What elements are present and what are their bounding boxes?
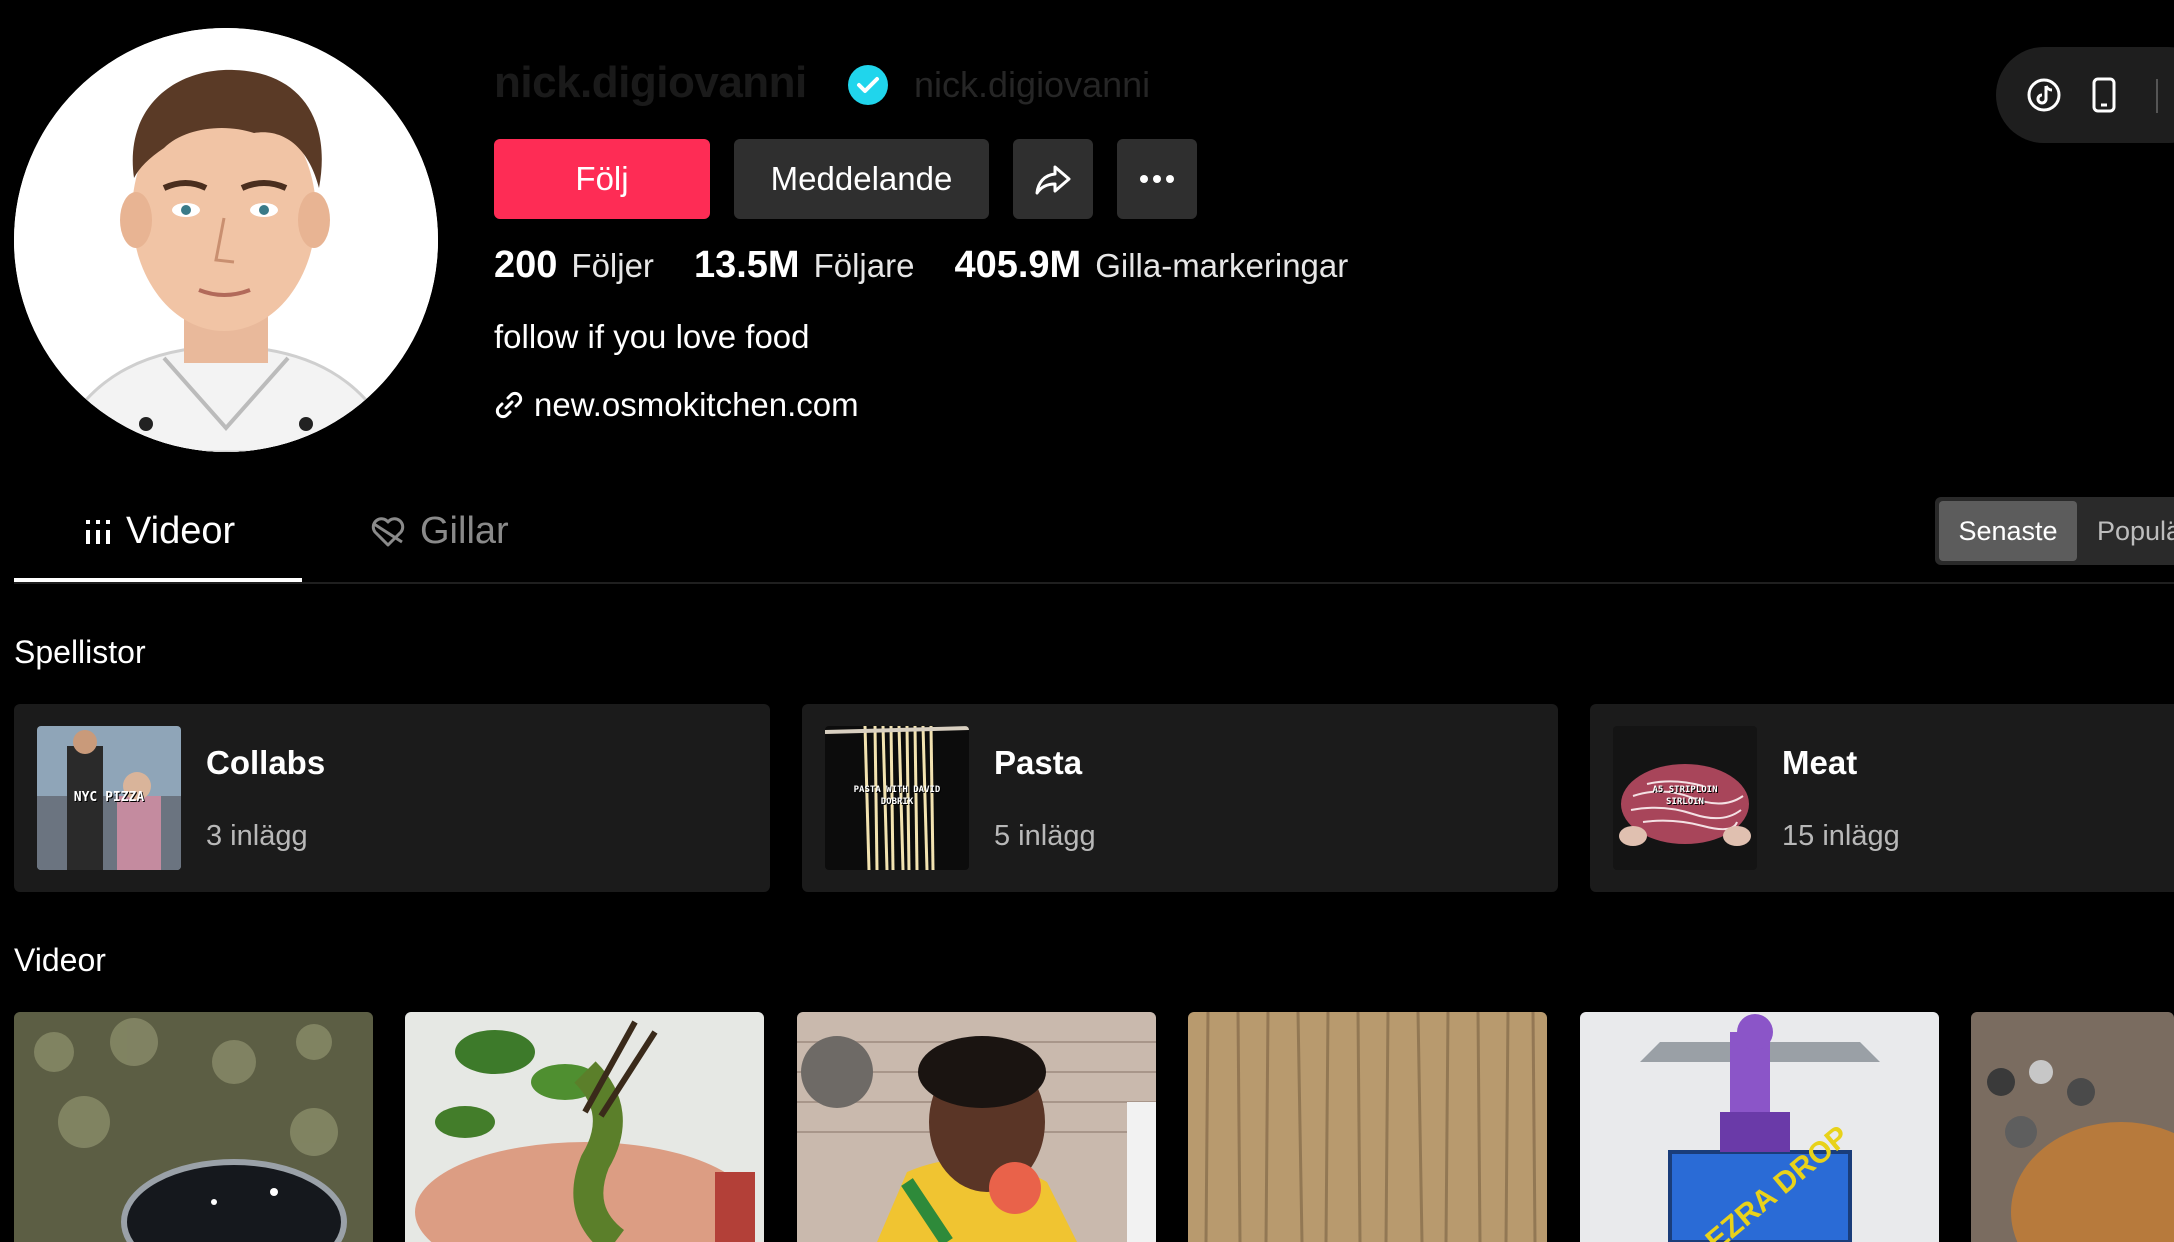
sort-popular-button[interactable]: Populärt — [2097, 497, 2174, 565]
playlist-thumb-caption: PASTA WITH DAVID DOBRIK — [853, 785, 941, 807]
playlist-card[interactable]: NYC PIZZA Collabs 3 inlägg — [14, 704, 770, 892]
heart-icon — [371, 516, 405, 546]
following-count[interactable]: 200 — [494, 244, 557, 287]
more-options-button[interactable] — [1117, 139, 1197, 219]
verified-badge-icon — [847, 64, 889, 106]
playlist-count: 15 inlägg — [1782, 820, 1900, 852]
tab-videos[interactable]: Videor — [84, 510, 235, 553]
profile-bio: follow if you love food — [494, 318, 810, 355]
sort-toggle: Senaste Populärt — [1935, 497, 2174, 565]
profile-stats: 200 Följer 13.5M Följare 405.9M Gilla-ma… — [494, 244, 1388, 287]
likes-count: 405.9M — [954, 244, 1082, 286]
sort-latest-button[interactable]: Senaste — [1939, 501, 2077, 561]
playlist-thumb-caption: NYC PIZZA — [73, 790, 145, 805]
videos-heading: Videor — [14, 942, 106, 978]
tab-divider — [14, 582, 2174, 584]
followers-label[interactable]: Följare — [814, 247, 915, 285]
share-icon — [1035, 165, 1071, 195]
playlist-thumbnail: NYC PIZZA — [37, 726, 181, 870]
toolbar-divider — [2156, 79, 2158, 113]
video-thumbnail[interactable] — [1188, 1012, 1547, 1242]
playlist-count: 3 inlägg — [206, 820, 308, 852]
tab-videos-label: Videor — [126, 510, 236, 552]
playlist-name: Collabs — [206, 744, 326, 781]
follow-button[interactable]: Följ — [494, 139, 710, 219]
share-button[interactable] — [1013, 139, 1093, 219]
more-icon — [1140, 175, 1174, 183]
profile-link-text[interactable]: new.osmokitchen.com — [534, 386, 859, 424]
playlist-name: Pasta — [994, 744, 1083, 781]
profile-avatar[interactable] — [14, 28, 438, 452]
profile-link[interactable]: new.osmokitchen.com — [494, 386, 859, 424]
following-label[interactable]: Följer — [571, 247, 654, 285]
profile-nickname: nick.digiovanni — [914, 64, 1151, 105]
playlist-thumbnail: PASTA WITH DAVID DOBRIK — [825, 726, 969, 870]
link-icon — [495, 391, 523, 419]
playlist-count: 5 inlägg — [994, 820, 1096, 852]
top-right-toolbar — [1996, 47, 2174, 143]
grid-icon — [86, 519, 110, 544]
likes-label: Gilla-markeringar — [1095, 247, 1349, 284]
followers-count[interactable]: 13.5M — [694, 244, 800, 287]
video-thumbnail[interactable] — [797, 1012, 1156, 1242]
playlist-card[interactable]: PASTA WITH DAVID DOBRIK Pasta 5 inlägg — [802, 704, 1558, 892]
message-button[interactable]: Meddelande — [734, 139, 989, 219]
playlist-thumbnail: A5 STRIPLOIN SIRLOIN — [1613, 726, 1757, 870]
mobile-device-icon[interactable] — [2092, 77, 2116, 113]
video-thumbnail[interactable]: EZRA DROP — [1580, 1012, 1939, 1242]
tab-likes[interactable]: Gillar — [370, 510, 509, 553]
profile-username: nick.digiovanni — [494, 58, 807, 107]
playlists-heading: Spellistor — [14, 634, 146, 670]
playlist-thumb-caption: A5 STRIPLOIN SIRLOIN — [1652, 785, 1718, 807]
playlist-name: Meat — [1782, 744, 1858, 781]
playlist-card[interactable]: A5 STRIPLOIN SIRLOIN Meat 15 inlägg — [1590, 704, 2174, 892]
video-thumbnail[interactable] — [405, 1012, 764, 1242]
tiktok-icon[interactable] — [2026, 77, 2062, 113]
video-thumbnail[interactable] — [14, 1012, 373, 1242]
video-thumbnail[interactable] — [1971, 1012, 2174, 1242]
tab-likes-label: Gillar — [420, 510, 509, 552]
